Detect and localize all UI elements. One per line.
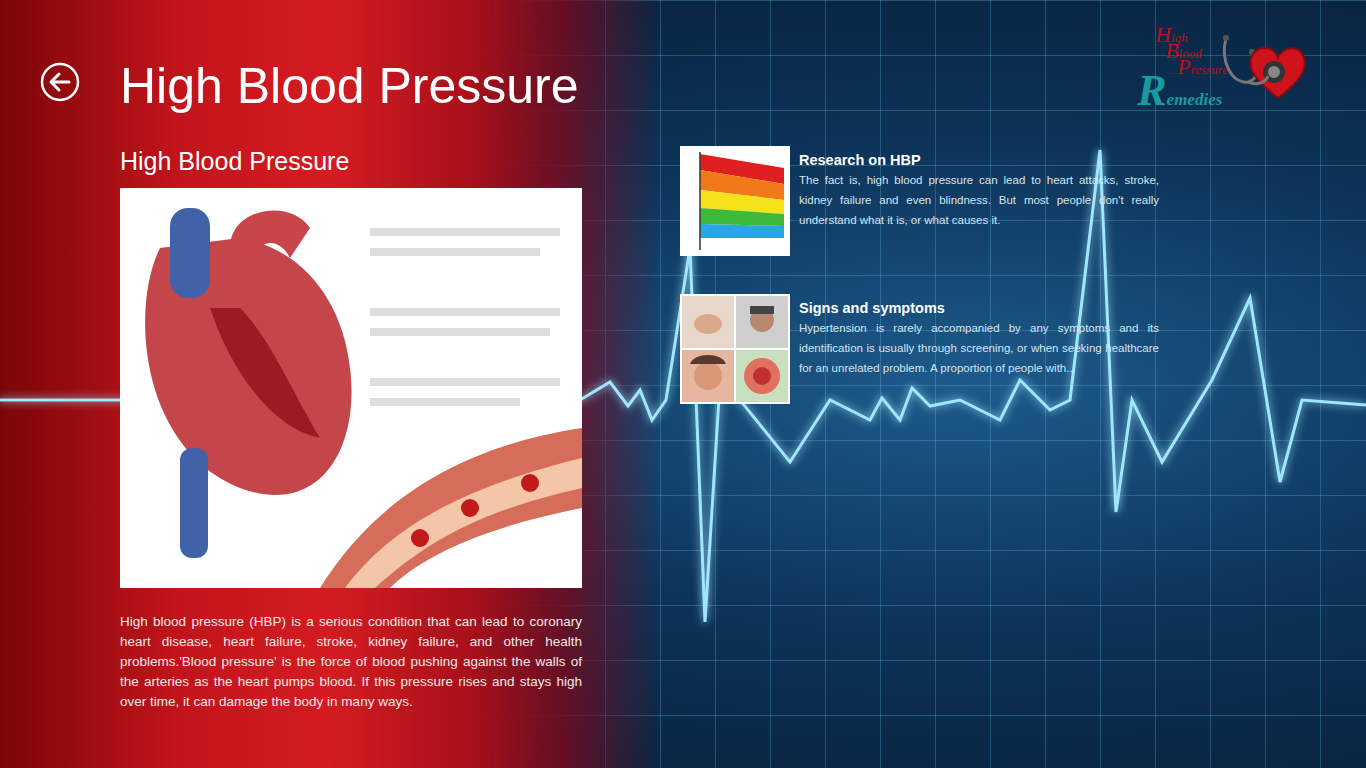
article-heading: High Blood Pressure xyxy=(120,146,582,176)
article-body: High blood pressure (HBP) is a serious c… xyxy=(120,612,582,712)
item-title: Signs and symptoms xyxy=(799,298,1159,318)
related-list: Research on HBPThe fact is, high blood p… xyxy=(680,146,1160,712)
app-logo: HighBloodPressureRemedies xyxy=(1137,28,1310,117)
heart-diagram-icon xyxy=(120,188,582,588)
item-description: The fact is, high blood pressure can lea… xyxy=(799,170,1159,230)
back-arrow-icon[interactable] xyxy=(40,62,80,102)
article-column: High Blood Pressure High blood pressure (… xyxy=(120,146,582,712)
logo-word: Pressure xyxy=(1177,60,1228,76)
stethoscope-heart-icon xyxy=(1218,32,1310,104)
item-thumbnail xyxy=(680,294,790,404)
pressure-chart-icon xyxy=(680,146,790,256)
header-bar: High Blood Pressure HighBloodPressureReme… xyxy=(0,0,1366,118)
logo-name: Remedies xyxy=(1137,74,1228,117)
related-item[interactable]: Signs and symptomsHypertension is rarely… xyxy=(680,294,1160,404)
item-thumbnail xyxy=(680,146,790,256)
related-item[interactable]: Research on HBPThe fact is, high blood p… xyxy=(680,146,1160,256)
logo-word: Blood xyxy=(1165,44,1228,60)
article-illustration xyxy=(120,188,582,588)
item-text: Research on HBPThe fact is, high blood p… xyxy=(799,146,1159,256)
people-headache-icon xyxy=(680,294,790,404)
item-text: Signs and symptomsHypertension is rarely… xyxy=(799,294,1159,404)
page-title: High Blood Pressure xyxy=(120,54,579,118)
app-page: High Blood Pressure HighBloodPressureReme… xyxy=(0,0,1366,768)
item-title: Research on HBP xyxy=(799,150,1159,170)
logo-text: HighBloodPressureRemedies xyxy=(1137,28,1228,117)
content-area: High Blood Pressure High blood pressure (… xyxy=(0,118,1366,712)
item-description: Hypertension is rarely accompanied by an… xyxy=(799,318,1159,378)
